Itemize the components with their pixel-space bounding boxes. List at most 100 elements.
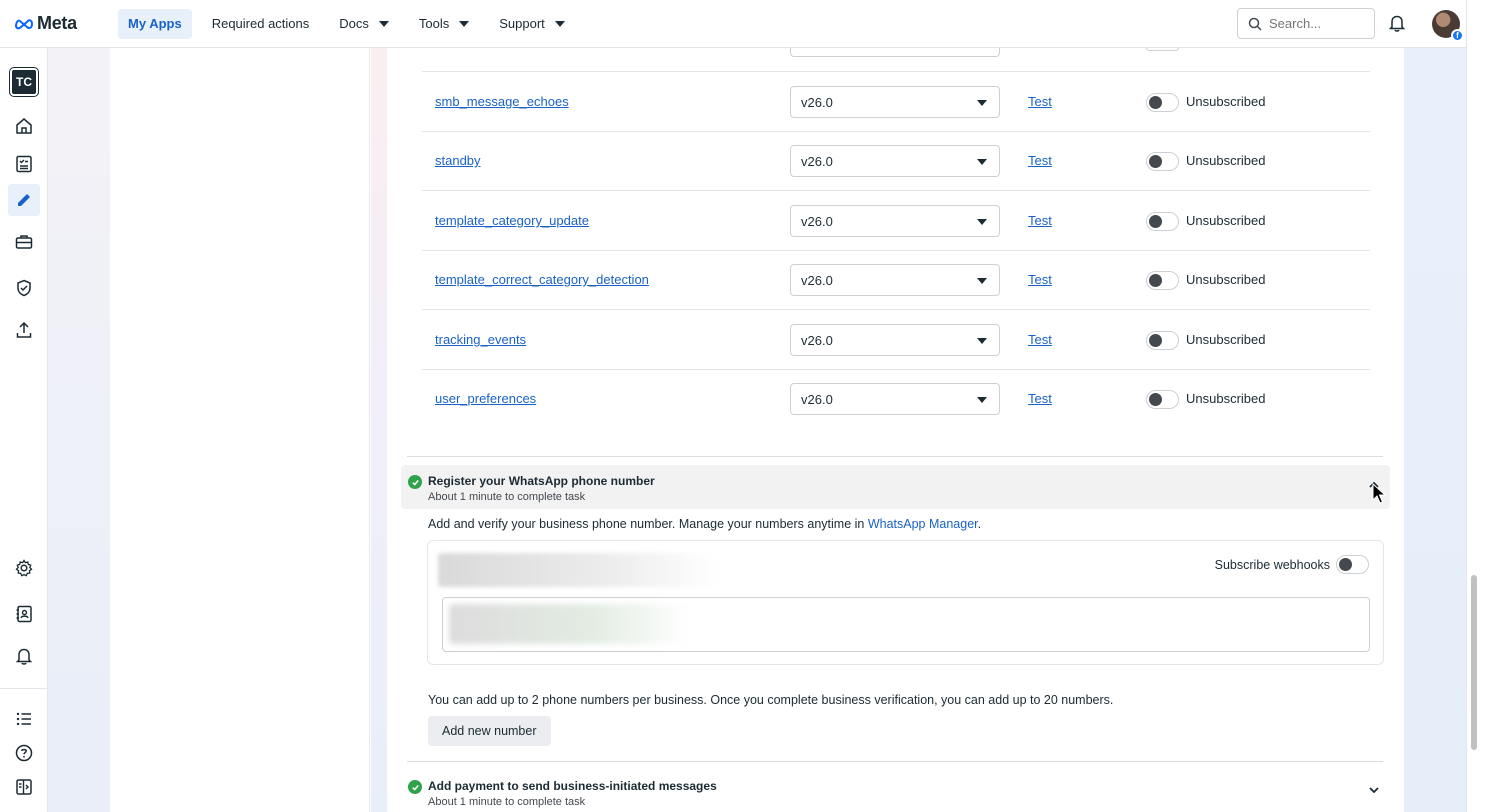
meta-infinity-icon — [15, 18, 34, 29]
description-text: Add and verify your business phone numbe… — [428, 517, 868, 531]
list-icon[interactable] — [8, 703, 40, 735]
subscribe-webhooks-toggle[interactable] — [1336, 555, 1369, 574]
shield-check-icon[interactable] — [8, 272, 40, 304]
side-panel — [110, 48, 370, 812]
webhook-field-row: smb_message_echoes v26.0 Test Unsubscribed — [422, 72, 1370, 132]
payment-step-header[interactable]: Add payment to send business-initiated m… — [401, 770, 1390, 812]
version-select-partial[interactable] — [790, 48, 1000, 57]
briefcase-icon[interactable] — [8, 226, 40, 258]
gear-icon[interactable] — [8, 552, 40, 584]
user-avatar[interactable]: f — [1432, 10, 1464, 42]
help-icon[interactable] — [8, 737, 40, 769]
page-background-right — [1404, 48, 1466, 812]
nav-item-support[interactable]: Support — [489, 9, 575, 39]
subscription-status: Unsubscribed — [1186, 153, 1266, 168]
notifications-bell-icon[interactable] — [1387, 13, 1407, 36]
version-select[interactable]: v26.0 — [790, 205, 1000, 237]
notifications-icon[interactable] — [8, 640, 40, 672]
subscribe-toggle[interactable] — [1146, 152, 1179, 171]
caret-down-icon — [977, 219, 987, 225]
version-value: v26.0 — [801, 213, 833, 229]
subscribe-toggle[interactable] — [1146, 212, 1179, 231]
subscribe-webhooks-control: Subscribe webhooks — [1215, 555, 1369, 574]
test-link[interactable]: Test — [1028, 332, 1052, 347]
version-select[interactable]: v26.0 — [790, 264, 1000, 296]
app-logo[interactable]: TC — [10, 68, 38, 96]
phone-limit-note: You can add up to 2 phone numbers per bu… — [428, 693, 1114, 707]
nav-item-my-apps[interactable]: My Apps — [118, 8, 192, 39]
search-icon — [1248, 17, 1262, 31]
test-link[interactable]: Test — [1028, 272, 1052, 287]
webhook-field-name[interactable]: tracking_events — [435, 332, 526, 347]
webhook-field-name[interactable]: template_correct_category_detection — [435, 272, 649, 287]
test-link[interactable]: Test — [1028, 213, 1052, 228]
chevron-down-icon[interactable] — [1368, 784, 1380, 799]
search-input[interactable] — [1269, 16, 1359, 31]
upload-icon[interactable] — [8, 314, 40, 346]
meta-logo[interactable]: Meta — [14, 13, 104, 34]
mouse-cursor-icon — [1372, 483, 1386, 504]
page-scrollbar[interactable] — [1466, 0, 1492, 812]
nav-item-tools[interactable]: Tools — [409, 9, 479, 39]
edit-pencil-icon[interactable] — [8, 184, 40, 216]
version-value: v26.0 — [801, 391, 833, 407]
nav-item-label: My Apps — [128, 16, 182, 31]
webhook-field-name[interactable]: standby — [435, 153, 481, 168]
webhook-field-name[interactable]: smb_message_echoes — [435, 94, 569, 109]
step-title: Add payment to send business-initiated m… — [428, 779, 717, 793]
webhook-field-row: template_category_update v26.0 Test Unsubsc… — [422, 191, 1370, 251]
subscription-status: Unsubscribed — [1186, 213, 1266, 228]
test-link[interactable]: Test — [1028, 94, 1052, 109]
collapse-panel-icon[interactable] — [8, 771, 40, 803]
webhook-field-row: template_correct_category_detection v26.0… — [422, 250, 1370, 310]
facebook-badge-icon: f — [1451, 29, 1464, 42]
register-phone-step-header[interactable]: Register your WhatsApp phone number Abou… — [401, 465, 1390, 509]
version-value: v26.0 — [801, 332, 833, 348]
toggle-knob — [1339, 558, 1352, 571]
webhook-field-name[interactable]: user_preferences — [435, 391, 536, 406]
toggle-knob — [1149, 215, 1162, 228]
redacted-phone-number — [449, 604, 689, 644]
left-icon-rail: TC — [0, 48, 48, 812]
caret-down-icon — [977, 338, 987, 344]
subscribe-toggle[interactable] — [1146, 93, 1179, 112]
test-link[interactable]: Test — [1028, 153, 1052, 168]
search-box[interactable] — [1237, 8, 1375, 39]
caret-down-icon — [378, 20, 389, 27]
nav-item-label: Required actions — [211, 16, 310, 31]
redacted-business-name — [438, 553, 718, 587]
check-circle-icon — [408, 475, 422, 489]
webhook-field-name[interactable]: template_category_update — [435, 213, 589, 228]
section-divider — [407, 456, 1383, 457]
add-new-number-button[interactable]: Add new number — [428, 716, 551, 746]
logo-text: Meta — [37, 13, 77, 33]
version-select[interactable]: v26.0 — [790, 383, 1000, 415]
subscribe-toggle[interactable] — [1146, 271, 1179, 290]
home-icon[interactable] — [8, 110, 40, 142]
page-background-left — [48, 48, 110, 812]
toggle-knob — [1149, 155, 1162, 168]
subscribe-toggle[interactable] — [1146, 390, 1179, 409]
page-background-mid — [371, 48, 387, 812]
scrollbar-thumb[interactable] — [1471, 575, 1477, 750]
subscribe-toggle[interactable] — [1146, 331, 1179, 350]
step-subtitle: About 1 minute to complete task — [428, 796, 586, 808]
version-select[interactable]: v26.0 — [790, 324, 1000, 356]
nav-item-label: Support — [499, 16, 545, 31]
checklist-icon[interactable] — [8, 148, 40, 180]
phone-number-box[interactable] — [442, 597, 1370, 652]
toggle-knob — [1149, 96, 1162, 109]
nav-item-docs[interactable]: Docs — [329, 9, 399, 39]
section-divider — [407, 761, 1383, 762]
version-select[interactable]: v26.0 — [790, 145, 1000, 177]
toggle-partial[interactable] — [1146, 48, 1179, 51]
test-link[interactable]: Test — [1028, 391, 1052, 406]
caret-down-icon — [977, 397, 987, 403]
contact-card-icon[interactable] — [8, 598, 40, 630]
version-select[interactable]: v26.0 — [790, 86, 1000, 118]
nav-item-required-actions[interactable]: Required actions — [202, 9, 320, 39]
whatsapp-manager-link[interactable]: WhatsApp Manager — [868, 517, 978, 531]
top-navigation-bar: Meta My Apps Required actions Docs Tools Sup… — [0, 0, 1466, 48]
webhook-field-row: standby v26.0 Test Unsubscribed — [422, 131, 1370, 191]
version-value: v26.0 — [801, 94, 833, 110]
